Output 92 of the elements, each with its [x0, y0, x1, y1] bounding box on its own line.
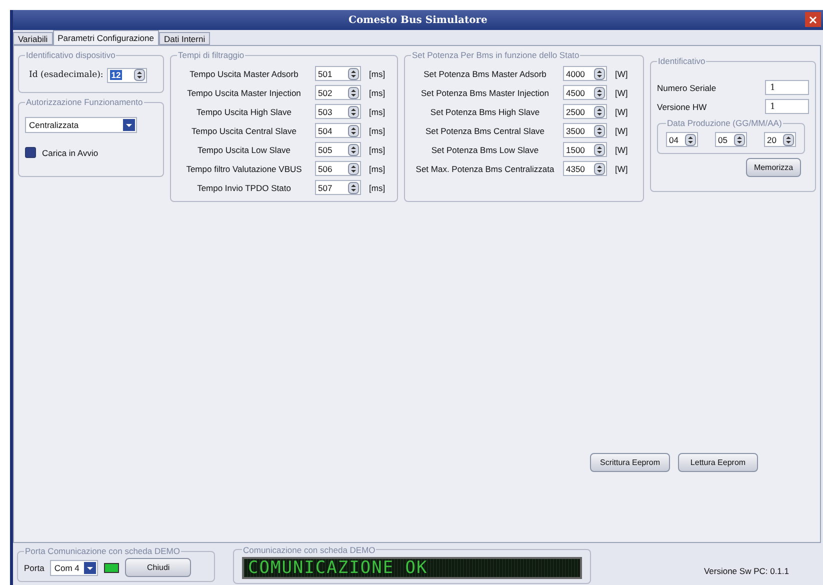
unit-label: [W] [615, 106, 628, 116]
id-spin-field[interactable]: 12 [107, 68, 148, 82]
parameter-label: Set Potenza Bms High Slave [429, 106, 541, 116]
group-title: Set Potenza Per Bms in funzione dello Stato [411, 50, 580, 60]
tab[interactable]: Dati Interni [159, 32, 210, 45]
parameter-label: Tempo Uscita Master Adsorb [188, 68, 300, 78]
spinner-arrows-icon[interactable] [348, 124, 359, 136]
group-title: Tempi di filtraggio [177, 50, 246, 60]
parameter-label: Tempo Uscita High Slave [196, 106, 292, 116]
port-label: Porta [24, 562, 44, 572]
unit-label: [ms] [369, 126, 386, 136]
parameter-label: Tempo Invio TPDO Stato [196, 182, 292, 192]
dropdown-caret-icon[interactable] [84, 562, 96, 574]
spinner-arrows-icon[interactable] [594, 68, 605, 80]
number-spin-field[interactable]: 501 [315, 66, 361, 81]
unit-label: [W] [615, 126, 628, 136]
unit-label: [ms] [369, 182, 386, 192]
group-title: Autorizzazione Funzionamento [25, 97, 144, 107]
close-port-button[interactable]: Chiudi [125, 558, 192, 577]
parameter-label: Set Potenza Bms Low Slave [430, 144, 540, 154]
spinner-arrows-icon[interactable] [134, 69, 146, 81]
unit-label: [ms] [369, 164, 386, 174]
group-title: Porta Comunicazione con scheda DEMO [24, 546, 181, 556]
spinner-arrows-icon[interactable] [348, 162, 359, 174]
spinner-arrows-icon[interactable] [348, 182, 359, 194]
tab[interactable]: Variabili [13, 32, 53, 45]
number-spin-field[interactable]: 4500 [563, 85, 607, 100]
parameter-label: Tempo Uscita Central Slave [190, 126, 298, 136]
unit-label: [W] [615, 88, 628, 98]
number-spin-field[interactable]: 2500 [563, 104, 607, 119]
tab[interactable]: Parametri Configurazione [52, 30, 159, 45]
group-title: Identificativo dispositivo [25, 50, 116, 60]
parameter-label: Tempo filtro Valutazione VBUS [185, 164, 303, 174]
spinner-arrows-icon[interactable] [685, 134, 696, 146]
text-field[interactable]: 1 [765, 99, 809, 114]
spinner-arrows-icon[interactable] [348, 106, 359, 118]
unit-label: [ms] [369, 68, 386, 78]
parameter-label: Tempo Uscita Master Injection [186, 88, 302, 98]
group-title: Identificativo [657, 56, 706, 66]
field-label: Numero Seriale [657, 82, 716, 92]
number-spin-field[interactable]: 506 [315, 161, 361, 176]
spinner-arrows-icon[interactable] [594, 144, 605, 156]
unit-label: [W] [615, 144, 628, 154]
checkbox[interactable] [25, 147, 36, 158]
number-spin-field[interactable]: 507 [315, 180, 361, 195]
date-spin-field[interactable]: 04 [666, 132, 698, 147]
unit-label: [W] [615, 68, 628, 78]
port-dropdown[interactable]: Com 4 [50, 560, 98, 576]
number-spin-field[interactable]: 505 [315, 142, 361, 157]
group-title: Comunicazione con scheda DEMO [242, 544, 376, 554]
group-title: Data Produzione (GG/MM/AA) [666, 118, 783, 128]
number-spin-field[interactable]: 3500 [563, 123, 607, 138]
number-spin-field[interactable]: 503 [315, 104, 361, 119]
parameter-label: Set Potenza Bms Master Injection [420, 88, 550, 98]
unit-label: [ms] [369, 144, 386, 154]
number-spin-field[interactable]: 4000 [563, 66, 607, 81]
text-field[interactable]: 1 [765, 80, 809, 95]
parameter-label: Set Potenza Bms Master Adsorb [422, 68, 548, 78]
number-spin-field[interactable]: 504 [315, 123, 361, 138]
mode-dropdown[interactable]: Centralizzata [25, 117, 137, 133]
spinner-arrows-icon[interactable] [348, 86, 359, 98]
id-label: Id (esadecimale): [29, 70, 104, 80]
spinner-arrows-icon[interactable] [348, 68, 359, 80]
checkbox-label: Carica in Avvio [42, 148, 98, 158]
number-spin-field[interactable]: 1500 [563, 142, 607, 157]
eeprom-button[interactable]: Scrittura Eeprom [590, 453, 670, 472]
spinner-arrows-icon[interactable] [783, 134, 794, 146]
number-spin-field[interactable]: 502 [315, 85, 361, 100]
version-label: Versione Sw PC: 0.1.1 [704, 566, 789, 576]
unit-label: [W] [615, 164, 628, 174]
spinner-arrows-icon[interactable] [594, 162, 605, 174]
save-button[interactable]: Memorizza [746, 158, 801, 177]
field-label: Versione HW [657, 102, 707, 112]
spinner-arrows-icon[interactable] [594, 124, 605, 136]
dropdown-caret-icon[interactable] [123, 119, 135, 131]
parameter-label: Tempo Uscita Low Slave [196, 144, 292, 154]
lcd-display: COMUNICAZIONE OK [242, 556, 582, 578]
spinner-arrows-icon[interactable] [594, 106, 605, 118]
window-title: Comesto Bus Simulatore [348, 14, 488, 26]
unit-label: [ms] [369, 106, 386, 116]
unit-label: [ms] [369, 88, 386, 98]
eeprom-button[interactable]: Lettura Eeprom [678, 453, 758, 472]
date-spin-field[interactable]: 20 [764, 132, 796, 147]
spinner-arrows-icon[interactable] [594, 86, 605, 98]
parameter-label: Set Max. Potenza Bms Centralizzata [414, 164, 556, 174]
spinner-arrows-icon[interactable] [734, 134, 745, 146]
number-spin-field[interactable]: 4350 [563, 161, 607, 176]
date-spin-field[interactable]: 05 [715, 132, 747, 147]
close-button[interactable] [805, 12, 821, 27]
spinner-arrows-icon[interactable] [348, 144, 359, 156]
close-icon [809, 16, 817, 24]
parameter-label: Set Potenza Bms Central Slave [424, 126, 546, 136]
